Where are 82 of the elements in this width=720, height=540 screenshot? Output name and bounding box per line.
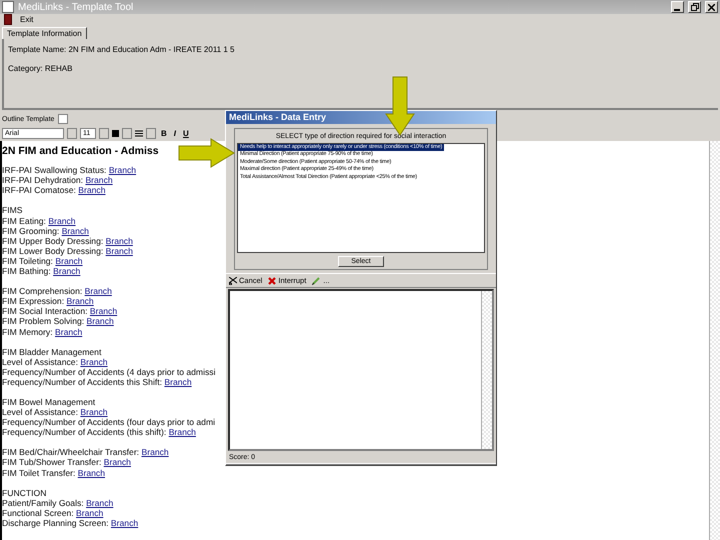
branch-link[interactable]: Branch <box>48 216 76 226</box>
branch-link[interactable]: Branch <box>53 266 80 276</box>
branch-link[interactable]: Branch <box>78 185 106 196</box>
field-label: FIM Expression: <box>2 296 64 306</box>
field-label: Frequency/Number of Accidents (four days prior to admi <box>2 417 216 428</box>
branch-link[interactable]: Branch <box>90 306 118 316</box>
field-label: Patient/Family Goals: <box>2 498 84 508</box>
restore-icon <box>690 3 698 12</box>
book-icon <box>4 14 12 26</box>
branch-link[interactable]: Branch <box>168 427 196 438</box>
document-heading: 2N FIM and Education - Admiss <box>2 144 159 160</box>
field-label: FIMS <box>2 205 23 216</box>
field-label: FIM Bed/Chair/Wheelchair Transfer: <box>2 447 140 458</box>
field-label: FIM Grooming: <box>2 226 60 236</box>
field-label: FIM Eating: <box>2 216 46 226</box>
arrow-icon <box>178 138 235 168</box>
branch-link[interactable]: Branch <box>141 447 169 458</box>
bold-button[interactable]: B <box>159 129 169 138</box>
branch-link[interactable]: Branch <box>66 296 94 306</box>
branch-link[interactable]: Branch <box>106 236 133 246</box>
branch-link[interactable]: Branch <box>84 286 112 296</box>
field-label: FUNCTION <box>2 488 46 498</box>
branch-link[interactable]: Branch <box>110 518 138 528</box>
scrollbar[interactable] <box>709 141 720 540</box>
template-name: Template Name: 2N FIM and Education Adm - IREATE 2011 1 5 <box>8 45 236 54</box>
window-title: MediLinks - Template Tool <box>18 2 134 13</box>
pen-icon <box>312 276 322 285</box>
branch-link[interactable]: Branch <box>55 256 83 266</box>
field-label: FIM Toilet Transfer: <box>2 468 76 478</box>
field-label: Frequency/Number of Accidents (this shift): <box>2 427 166 438</box>
underline-button[interactable]: U <box>181 129 191 138</box>
menu-item[interactable]: Exit <box>20 15 34 24</box>
field-label: FIM Bowel Management <box>2 396 96 407</box>
dropdown-icon[interactable] <box>67 128 77 140</box>
color-icon[interactable] <box>112 130 119 138</box>
field-label: FIM Tub/Shower Transfer: <box>2 457 102 468</box>
branch-link[interactable]: Branch <box>85 175 113 186</box>
text-area[interactable] <box>228 289 494 451</box>
field-label: FIM Bladder Management <box>2 346 102 357</box>
field-label: FIM Toileting: <box>2 256 53 266</box>
branch-link[interactable]: Branch <box>76 508 104 518</box>
field-label: FIM Social Interaction: <box>2 306 88 316</box>
x-mark-icon <box>268 276 276 285</box>
field-label: FIM Lower Body Dressing: <box>2 246 104 256</box>
close-button[interactable] <box>705 1 718 14</box>
dialog-title: MediLinks - Data Entry <box>226 111 496 124</box>
branch-link[interactable]: Branch <box>108 165 136 176</box>
branch-link[interactable]: Branch <box>86 316 114 326</box>
branch-link[interactable]: Branch <box>55 326 82 336</box>
field-label: FIM Bathing: <box>2 266 51 276</box>
branch-link[interactable]: Branch <box>104 457 131 468</box>
field-label: FIM Upper Body Dressing: <box>2 236 104 246</box>
tab[interactable]: Template Information <box>2 27 87 40</box>
scrollbar[interactable] <box>481 291 492 449</box>
branch-link[interactable]: Branch <box>106 246 133 256</box>
close-icon <box>708 4 715 11</box>
field-label: IRF-PAI Swallowing Status: <box>2 165 106 176</box>
field-label: FIM Comprehension: <box>2 286 82 296</box>
italic-button[interactable]: I <box>172 129 178 138</box>
category-label: Category: REHAB <box>8 64 74 74</box>
field-label: Discharge Planning Screen: <box>2 518 109 528</box>
field-label: FIM Memory: <box>2 326 53 336</box>
branch-link[interactable]: Branch <box>164 376 192 387</box>
field-label: Functional Screen: <box>2 508 74 518</box>
field-label: IRF-PAI Comatose: <box>2 185 76 196</box>
field-label: FIM Problem Solving: <box>2 316 84 326</box>
field-label: Level of Assistance: <box>2 356 78 367</box>
align-icon[interactable] <box>135 130 143 138</box>
branch-link[interactable]: Branch <box>86 498 114 508</box>
branch-link[interactable]: Branch <box>80 356 108 367</box>
branch-link[interactable]: Branch <box>62 226 89 236</box>
restore-button[interactable] <box>688 1 701 14</box>
branch-link[interactable]: Branch <box>78 468 106 478</box>
field-label: Frequency/Number of Accidents (4 days prior to admissi <box>2 366 216 377</box>
field-label: Frequency/Number of Accidents this Shift: <box>2 376 162 387</box>
branch-link[interactable]: Branch <box>80 407 108 418</box>
minimize-button[interactable] <box>671 1 684 14</box>
field-label: Level of Assistance: <box>2 407 78 418</box>
scissors-icon <box>229 276 237 285</box>
field-label: IRF-PAI Dehydration: <box>2 175 84 186</box>
app-icon <box>2 1 14 14</box>
outline-checkbox[interactable] <box>58 114 68 124</box>
